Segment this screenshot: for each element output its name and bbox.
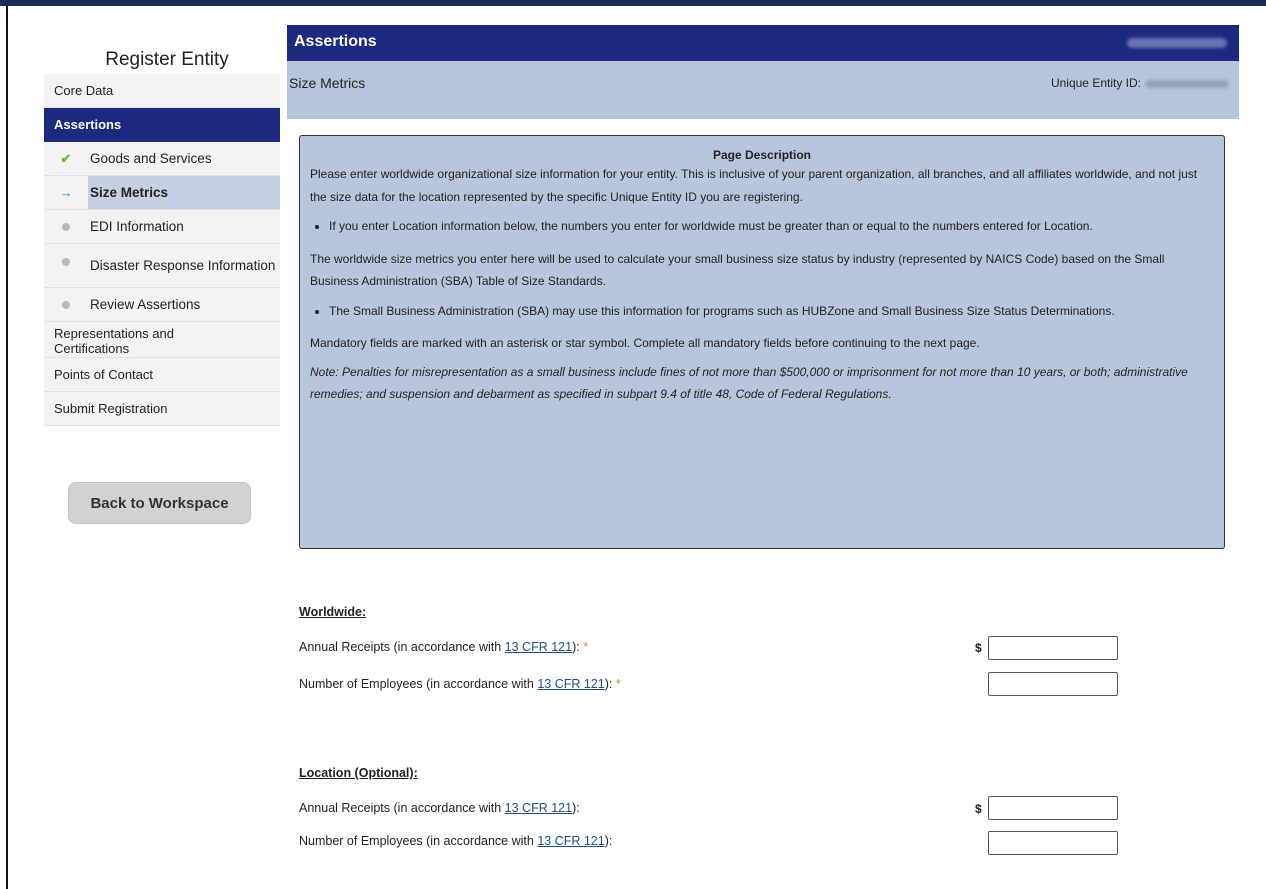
sidebar-subitem-review-assertions[interactable]: Review Assertions — [44, 288, 280, 322]
description-list: If you enter Location information below,… — [310, 215, 1214, 238]
arrow-right-icon: → — [59, 185, 73, 200]
sidebar-item-submit-registration[interactable]: Submit Registration — [44, 392, 280, 426]
sidebar-subitem-label: Size Metrics — [88, 176, 280, 209]
currency-symbol: $ — [975, 641, 982, 655]
page-title: Size Metrics — [289, 75, 366, 91]
section-title: Assertions — [294, 33, 377, 50]
worldwide-section-title: Worldwide: — [299, 605, 367, 619]
sidebar-subitem-label: Disaster Response Information — [90, 257, 276, 273]
cfr-link[interactable]: 13 CFR 121 — [505, 801, 572, 815]
required-asterisk: * — [583, 640, 589, 654]
cfr-link[interactable]: 13 CFR 121 — [537, 834, 604, 848]
description-bullet: The Small Business Administration (SBA) … — [329, 300, 1214, 323]
location-annual-receipts-input[interactable] — [988, 796, 1118, 820]
sub-header: Size Metrics Unique Entity ID: — [287, 61, 1239, 119]
sidebar-item-core-data[interactable]: Core Data — [44, 74, 280, 108]
location-section-title: Location (Optional): — [299, 766, 418, 780]
sidebar-subitem-label: EDI Information — [90, 219, 184, 234]
unique-entity-id-label: Unique Entity ID: — [1050, 76, 1141, 90]
redacted-unique-entity-id — [1145, 80, 1229, 88]
sidebar-item-assertions[interactable]: Assertions — [44, 108, 280, 142]
registration-sidebar: Register Entity Core Data Assertions ✔ G… — [44, 40, 280, 426]
currency-symbol: $ — [975, 802, 982, 816]
window-left-border — [6, 6, 8, 889]
worldwide-employees-input[interactable] — [988, 672, 1118, 696]
sidebar-subitem-label: Goods and Services — [90, 151, 212, 166]
section-header: Assertions — [287, 25, 1239, 61]
sidebar-title: Register Entity — [105, 49, 229, 70]
sidebar-subitem-size-metrics[interactable]: → Size Metrics — [44, 176, 280, 210]
description-title: Page Description — [712, 148, 812, 162]
sidebar-item-points-of-contact[interactable]: Points of Contact — [44, 358, 280, 392]
sidebar-subitem-label: Review Assertions — [90, 297, 201, 312]
mandatory-fields-note: Mandatory fields are marked with an aste… — [310, 336, 980, 350]
description-bullet: If you enter Location information below,… — [329, 215, 1214, 238]
redacted-entity-name — [1127, 38, 1227, 48]
check-icon: ✔ — [60, 150, 72, 166]
pending-dot-icon — [44, 219, 88, 234]
back-to-workspace-button[interactable]: Back to Workspace — [68, 482, 251, 524]
penalty-note: Note: Penalties for misrepresentation as… — [310, 364, 1188, 402]
cfr-link[interactable]: 13 CFR 121 — [505, 640, 572, 654]
pending-dot-icon — [44, 244, 88, 269]
top-border — [0, 0, 1266, 6]
pending-dot-icon — [44, 297, 88, 312]
location-employees-input[interactable] — [988, 831, 1118, 855]
description-paragraph: The worldwide size metrics you enter her… — [310, 251, 1165, 289]
page-description-box: Page Description Please enter worldwide … — [299, 135, 1225, 549]
worldwide-annual-receipts-input[interactable] — [988, 636, 1118, 660]
sidebar-item-reps-and-certs[interactable]: Representations and Certifications — [44, 322, 280, 358]
description-list: The Small Business Administration (SBA) … — [310, 300, 1214, 323]
sidebar-subitem-edi-information[interactable]: EDI Information — [44, 210, 280, 244]
sidebar-subitem-goods-and-services[interactable]: ✔ Goods and Services — [44, 142, 280, 176]
cfr-link[interactable]: 13 CFR 121 — [537, 677, 604, 691]
sidebar-subitem-disaster-response[interactable]: Disaster Response Information — [44, 244, 280, 288]
required-asterisk: * — [615, 677, 621, 691]
description-paragraph: Please enter worldwide organizational si… — [310, 167, 1198, 204]
